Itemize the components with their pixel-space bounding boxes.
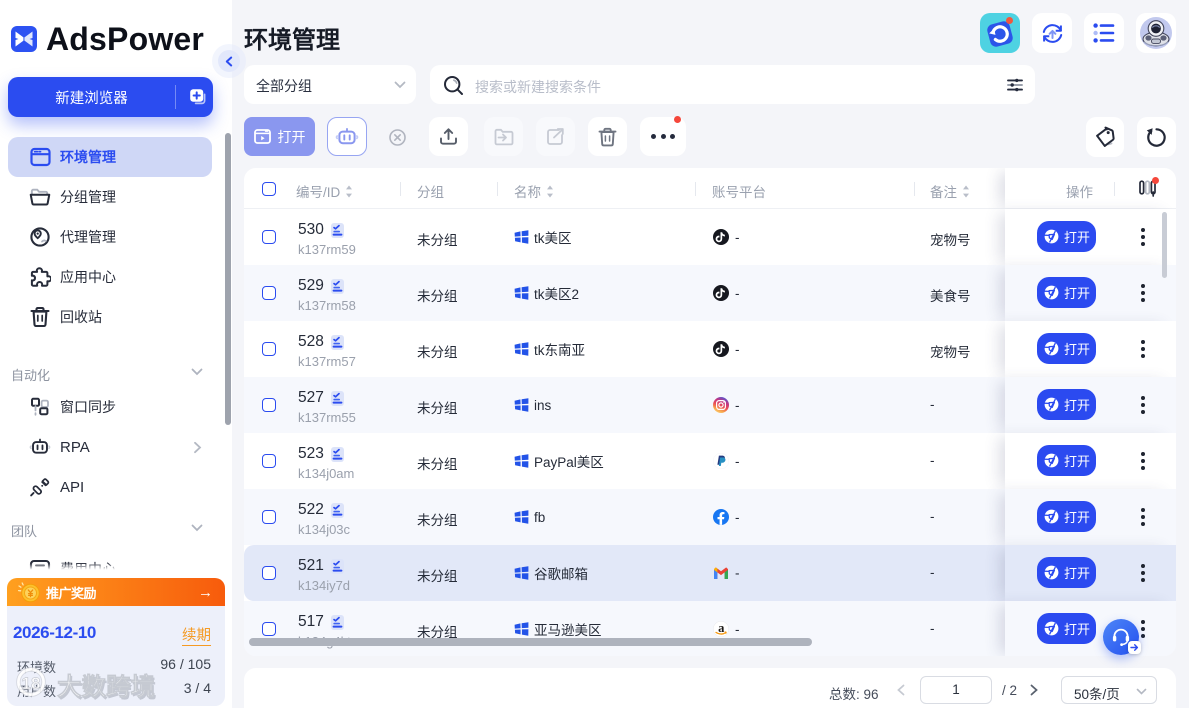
- svg-text:a: a: [718, 621, 725, 635]
